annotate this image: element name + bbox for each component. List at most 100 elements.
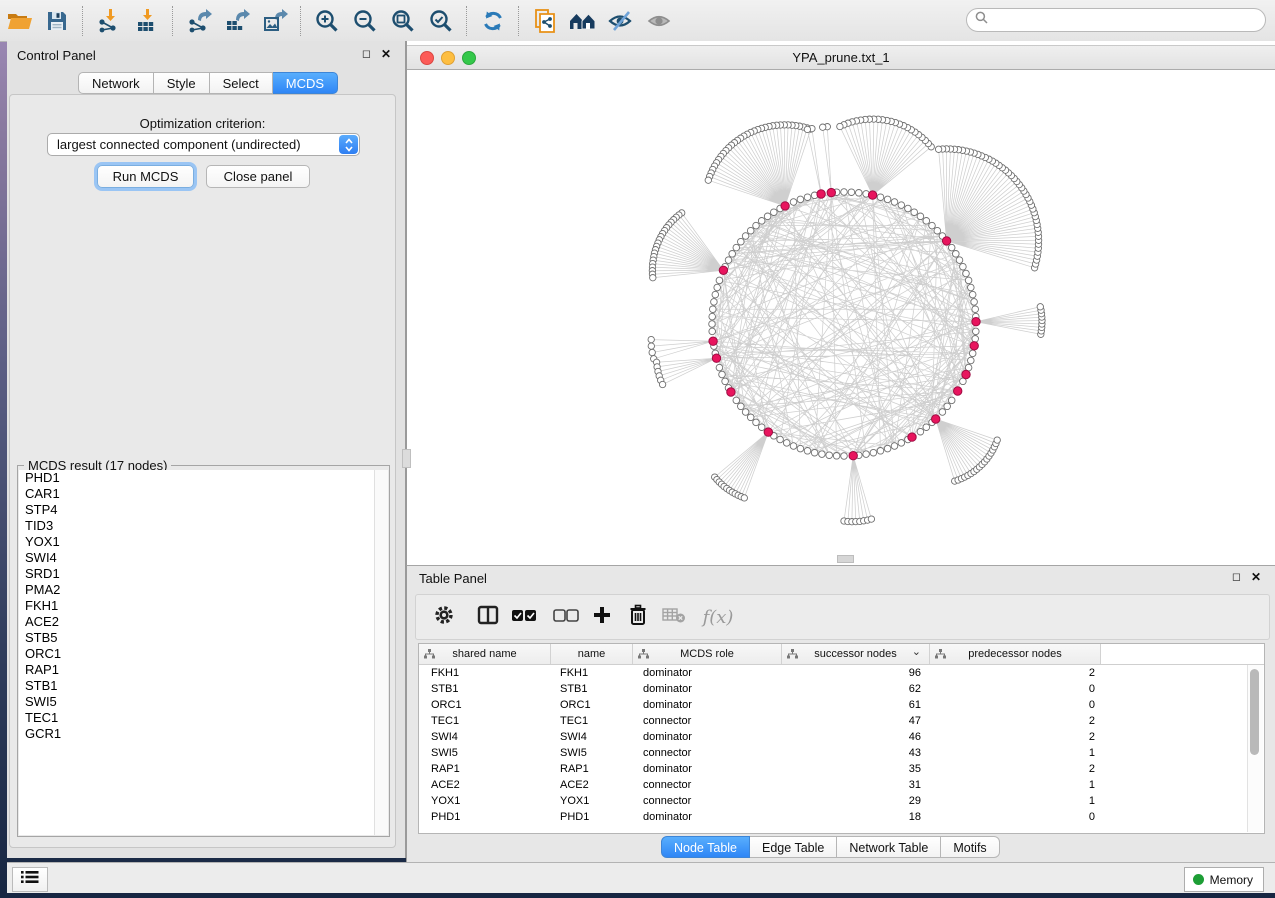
list-item[interactable]: PHD1 [19, 470, 375, 486]
table-scrollbar[interactable] [1247, 665, 1263, 832]
list-item[interactable]: GCR1 [19, 726, 375, 742]
open-file-button[interactable] [0, 4, 38, 38]
list-item[interactable]: SWI4 [19, 550, 375, 566]
import-table-button[interactable] [128, 4, 166, 38]
zoom-out-button[interactable] [346, 4, 384, 38]
refresh-button[interactable] [474, 4, 512, 38]
network-node[interactable] [939, 409, 946, 416]
mcds-network-node[interactable] [764, 428, 772, 436]
network-node[interactable] [905, 205, 912, 212]
network-node[interactable] [804, 126, 810, 132]
network-node[interactable] [877, 448, 884, 455]
mcds-network-node[interactable] [817, 190, 825, 198]
network-canvas[interactable] [407, 69, 1275, 561]
tab-network[interactable]: Network [78, 72, 154, 94]
network-node[interactable] [891, 199, 898, 206]
network-node[interactable] [790, 443, 797, 450]
search-input[interactable] [993, 12, 1257, 28]
list-item[interactable]: ACE2 [19, 614, 375, 630]
network-node[interactable] [738, 403, 745, 410]
network-node[interactable] [917, 428, 924, 435]
network-node[interactable] [716, 364, 723, 371]
table-row[interactable]: ORC1ORC1dominator610 [419, 697, 1264, 713]
network-node[interactable] [944, 403, 951, 410]
table-scrollbar-thumb[interactable] [1250, 669, 1259, 755]
network-node[interactable] [898, 440, 905, 447]
table-row[interactable]: SWI4SWI4dominator462 [419, 729, 1264, 745]
tab-select[interactable]: Select [210, 72, 273, 94]
create-column-button[interactable] [584, 599, 620, 635]
network-node[interactable] [819, 451, 826, 458]
network-node[interactable] [863, 451, 870, 458]
network-node[interactable] [764, 213, 771, 220]
network-node[interactable] [820, 124, 826, 130]
mcds-network-node[interactable] [827, 188, 835, 196]
mcds-list-scrollbar[interactable] [374, 470, 388, 835]
network-node[interactable] [714, 284, 721, 291]
list-item[interactable]: SWI5 [19, 694, 375, 710]
network-node[interactable] [956, 257, 963, 264]
network-node[interactable] [797, 445, 804, 452]
network-node[interactable] [811, 449, 818, 456]
network-node[interactable] [948, 244, 955, 251]
list-item[interactable]: STB5 [19, 630, 375, 646]
network-node[interactable] [923, 218, 930, 225]
network-node[interactable] [733, 244, 740, 251]
mcds-network-node[interactable] [970, 342, 978, 350]
network-node[interactable] [709, 328, 716, 335]
table-settings-button[interactable] [426, 599, 462, 635]
network-node[interactable] [911, 209, 918, 216]
network-node[interactable] [712, 291, 719, 298]
mcds-network-node[interactable] [954, 387, 962, 395]
network-node[interactable] [733, 397, 740, 404]
network-node[interactable] [877, 194, 884, 201]
network-node[interactable] [856, 190, 863, 197]
network-node[interactable] [777, 436, 784, 443]
tab-network-table[interactable]: Network Table [837, 836, 941, 858]
network-node[interactable] [722, 378, 729, 385]
network-node[interactable] [648, 336, 654, 342]
optimization-select[interactable]: largest connected component (undirected) [47, 133, 360, 156]
export-image-button[interactable] [256, 4, 294, 38]
mcds-network-node[interactable] [719, 266, 727, 274]
first-neighbors-button[interactable] [564, 4, 602, 38]
network-node[interactable] [650, 275, 656, 281]
network-node[interactable] [804, 448, 811, 455]
network-node[interactable] [917, 213, 924, 220]
hide-selected-button[interactable] [602, 4, 640, 38]
network-node[interactable] [758, 218, 765, 225]
network-node[interactable] [898, 202, 905, 209]
network-node[interactable] [960, 263, 967, 270]
tab-style[interactable]: Style [154, 72, 210, 94]
network-node[interactable] [729, 251, 736, 258]
network-node[interactable] [747, 227, 754, 234]
list-item[interactable]: SRD1 [19, 566, 375, 582]
tab-edge-table[interactable]: Edge Table [750, 836, 837, 858]
network-node[interactable] [826, 452, 833, 459]
list-item[interactable]: CAR1 [19, 486, 375, 502]
zoom-selected-button[interactable] [422, 4, 460, 38]
network-node[interactable] [953, 251, 960, 258]
network-node[interactable] [709, 321, 716, 328]
float-panel-icon[interactable]: ◻ [362, 49, 371, 60]
float-table-panel-icon[interactable]: ◻ [1232, 572, 1241, 583]
network-node[interactable] [965, 277, 972, 284]
network-node[interactable] [659, 381, 665, 387]
network-node[interactable] [742, 233, 749, 240]
table-row[interactable]: TEC1TEC1connector472 [419, 713, 1264, 729]
table-row[interactable]: SWI5SWI5connector431 [419, 745, 1264, 761]
mcds-network-node[interactable] [932, 415, 940, 423]
show-panels-button[interactable] [12, 867, 48, 892]
list-item[interactable]: TEC1 [19, 710, 375, 726]
table-row[interactable]: STB1STB1dominator620 [419, 681, 1264, 697]
list-item[interactable]: STB1 [19, 678, 375, 694]
network-node[interactable] [705, 177, 711, 183]
list-item[interactable]: PMA2 [19, 582, 375, 598]
column-header-MCDS-role[interactable]: MCDS role [633, 644, 782, 664]
close-panel-button[interactable]: Close panel [206, 165, 310, 188]
network-node[interactable] [649, 349, 655, 355]
network-node[interactable] [790, 199, 797, 206]
tab-motifs[interactable]: Motifs [941, 836, 999, 858]
network-node[interactable] [971, 299, 978, 306]
network-node[interactable] [758, 424, 765, 431]
